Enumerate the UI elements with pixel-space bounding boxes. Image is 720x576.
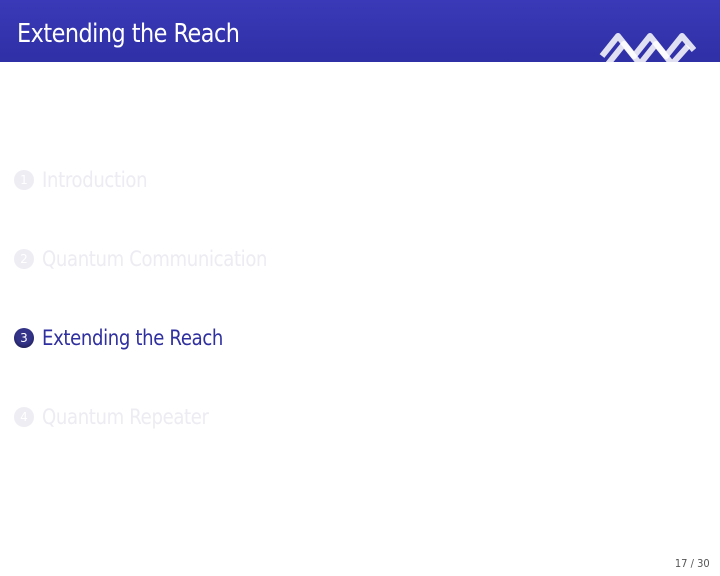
section-number: 3: [14, 328, 34, 348]
toc-item-label: Quantum Repeater: [42, 405, 209, 429]
toc-item-quantum-repeater[interactable]: 4 Quantum Repeater: [14, 404, 236, 430]
toc-item-introduction[interactable]: 1 Introduction: [14, 167, 164, 193]
toc-item-label: Quantum Communication: [42, 247, 268, 271]
toc-item-quantum-communication[interactable]: 2 Quantum Communication: [14, 246, 304, 272]
section-number: 4: [14, 407, 34, 427]
toc-item-extending-the-reach[interactable]: 3 Extending the Reach: [14, 325, 252, 351]
institution-logo-icon: [599, 33, 696, 86]
toc-item-label: Introduction: [42, 168, 148, 192]
section-number: 1: [14, 170, 34, 190]
slide-title: Extending the Reach: [17, 19, 240, 49]
slide-header: Extending the Reach: [0, 0, 720, 86]
toc-item-label: Extending the Reach: [42, 326, 224, 350]
page-number: 17 / 30: [675, 557, 710, 570]
section-number: 2: [14, 249, 34, 269]
